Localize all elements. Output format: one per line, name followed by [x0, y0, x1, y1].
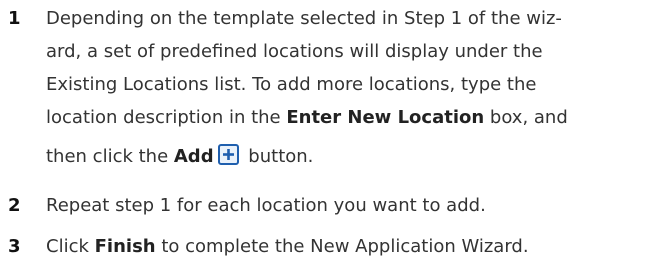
add-label: Add: [173, 146, 214, 167]
text-segment: to complete the New Application Wizard.: [155, 236, 529, 257]
step-text: Depending on the template selected in St…: [46, 2, 664, 172]
text-segment: button.: [242, 146, 314, 167]
text-segment: location description in the: [46, 107, 287, 128]
step-number: 3: [8, 236, 21, 257]
step-2: 2 Repeat step 1 for each location you wa…: [8, 190, 664, 222]
finish-label: Finish: [94, 236, 156, 257]
step-text-line: Repeat step 1 for each location you want…: [46, 195, 486, 216]
step-text-line: Depending on the template selected in St…: [46, 8, 562, 29]
text-segment: Click: [46, 236, 95, 257]
step-number: 2: [8, 195, 21, 216]
instruction-page: 1 Depending on the template selected in …: [0, 0, 670, 270]
step-3: 3 Click Finish to complete the New Appli…: [8, 231, 664, 263]
step-text: Repeat step 1 for each location you want…: [46, 190, 664, 222]
step-text-line: location description in the Enter New Lo…: [46, 101, 664, 134]
text-segment: box, and: [484, 107, 568, 128]
step-number: 1: [8, 8, 21, 29]
plus-icon: [217, 144, 239, 165]
step-text-line: ard, a set of predefined locations will …: [46, 41, 543, 62]
text-segment: then click the: [46, 146, 174, 167]
step-text-line: then click the Add button.: [46, 142, 664, 172]
enter-new-location-label: Enter New Location: [286, 107, 485, 128]
step-text: Click Finish to complete the New Applica…: [46, 231, 664, 263]
step-1: 1 Depending on the template selected in …: [8, 2, 664, 174]
step-text-line: Existing Locations list. To add more loc…: [46, 74, 537, 95]
